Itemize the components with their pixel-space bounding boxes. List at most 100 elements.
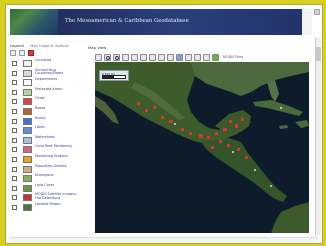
layer-checkbox[interactable] bbox=[12, 99, 17, 105]
layer-checkbox[interactable] bbox=[12, 137, 17, 143]
identify-icon[interactable] bbox=[149, 53, 156, 61]
layer-label[interactable]: Roads bbox=[35, 106, 81, 111]
layer-label[interactable]: Surrounding Countries/States bbox=[35, 68, 81, 76]
layer-symbol-icon bbox=[23, 165, 32, 173]
layer-label[interactable]: Countries bbox=[35, 58, 81, 63]
layer-checkbox[interactable] bbox=[12, 156, 17, 162]
fire-layer-icon[interactable] bbox=[212, 53, 219, 61]
fire-point bbox=[241, 118, 244, 121]
zoom-in-icon[interactable] bbox=[104, 53, 111, 61]
fire-point bbox=[223, 128, 227, 131]
full-extent-icon[interactable] bbox=[122, 53, 129, 61]
legend-item[interactable]: Cities bbox=[10, 97, 82, 107]
fire-point bbox=[181, 128, 184, 131]
layer-checkbox[interactable] bbox=[12, 166, 17, 172]
layer-label[interactable]: Lakes bbox=[35, 126, 81, 130]
city-marker bbox=[232, 151, 234, 153]
layer-symbol-icon bbox=[23, 184, 32, 192]
layer-checkbox[interactable] bbox=[12, 61, 17, 66]
layer-checkbox[interactable] bbox=[12, 176, 17, 182]
help-icon[interactable] bbox=[203, 53, 210, 61]
legend-list: Countries Surrounding Countries/States Dep… bbox=[10, 58, 82, 213]
fire-point bbox=[189, 132, 192, 135]
fire-point bbox=[219, 140, 222, 143]
layer-checkbox[interactable] bbox=[12, 204, 17, 210]
city-marker bbox=[270, 185, 272, 187]
layer-symbol-icon bbox=[23, 155, 32, 163]
fire-point bbox=[215, 132, 218, 135]
legend-toolbar bbox=[10, 50, 82, 56]
map-canvas[interactable]: 0 500 km bbox=[95, 62, 309, 233]
header-banner: The Mesoamerican & Caribbean Geodatabase bbox=[10, 9, 312, 35]
export-icon[interactable] bbox=[194, 53, 201, 61]
layer-checkbox[interactable] bbox=[12, 147, 17, 153]
layer-label[interactable]: Landsat Mosaic bbox=[35, 202, 81, 207]
pan-icon[interactable] bbox=[95, 53, 102, 61]
fire-point bbox=[199, 134, 203, 138]
select-icon[interactable] bbox=[167, 53, 174, 61]
layer-checkbox[interactable] bbox=[12, 108, 17, 114]
expand-all-icon[interactable] bbox=[10, 50, 16, 56]
legend-title-text: Legend bbox=[10, 43, 24, 48]
layer-checkbox[interactable] bbox=[12, 185, 17, 191]
legend-item[interactable]: Protected Areas bbox=[10, 87, 82, 98]
fire-layer-label: MODIS Fires bbox=[223, 55, 244, 59]
layer-symbol-icon bbox=[23, 127, 32, 135]
legend-item[interactable]: Roads bbox=[10, 106, 82, 117]
print-icon[interactable] bbox=[185, 53, 192, 61]
layer-checkbox[interactable] bbox=[12, 70, 17, 76]
layer-checkbox[interactable] bbox=[12, 195, 17, 201]
map-toolbar: MODIS Fires bbox=[95, 53, 243, 61]
legend-item[interactable]: Landsat Mosaic bbox=[10, 202, 82, 213]
city-marker bbox=[174, 123, 176, 125]
layer-label[interactable]: Cities bbox=[35, 97, 81, 101]
legend-title: Legend Map Legend Options bbox=[10, 43, 82, 48]
next-extent-icon[interactable] bbox=[140, 53, 147, 61]
fire-point bbox=[145, 109, 148, 112]
banner-map-image bbox=[10, 9, 58, 35]
clear-layers-icon[interactable] bbox=[28, 50, 34, 56]
scroll-up-icon[interactable] bbox=[314, 9, 320, 15]
legend-subtitle[interactable]: Map Legend Options bbox=[30, 43, 69, 48]
fire-point bbox=[161, 116, 164, 119]
city-marker bbox=[254, 169, 256, 171]
scale-bar: 0 500 km bbox=[99, 70, 129, 81]
layer-checkbox[interactable] bbox=[12, 89, 17, 95]
map-image bbox=[95, 62, 309, 233]
query-icon[interactable] bbox=[176, 53, 183, 61]
layer-label[interactable]: Rivers bbox=[35, 116, 81, 121]
measure-icon[interactable] bbox=[158, 53, 165, 61]
layer-label[interactable]: Departments bbox=[35, 78, 81, 82]
layer-symbol-icon bbox=[23, 146, 32, 154]
layer-label[interactable]: Ecoregions bbox=[35, 174, 81, 178]
fire-point bbox=[235, 124, 238, 128]
previous-extent-icon[interactable] bbox=[131, 53, 138, 61]
fire-point bbox=[237, 148, 240, 151]
zoom-out-icon[interactable] bbox=[113, 53, 120, 61]
fire-point bbox=[211, 146, 214, 149]
legend-item[interactable]: Rivers bbox=[10, 116, 82, 127]
layer-label[interactable]: Watersheds bbox=[35, 135, 81, 140]
layer-symbol-icon bbox=[23, 203, 32, 211]
layer-symbol-icon bbox=[23, 69, 32, 77]
layer-label[interactable]: Monitoring Stations bbox=[35, 154, 81, 159]
scrollbar-thumb[interactable] bbox=[316, 47, 321, 61]
city-marker bbox=[280, 107, 282, 109]
layer-checkbox[interactable] bbox=[12, 118, 17, 124]
fire-point bbox=[245, 156, 248, 159]
vertical-scrollbar[interactable] bbox=[315, 37, 321, 235]
layer-label[interactable]: Coral Reef Monitoring bbox=[35, 145, 81, 149]
layer-symbol-icon bbox=[23, 107, 32, 115]
layer-label[interactable]: Population Density bbox=[35, 164, 81, 169]
layer-label[interactable]: Land Cover bbox=[35, 183, 81, 188]
layer-label[interactable]: Protected Areas bbox=[35, 87, 81, 92]
banner-spacer bbox=[302, 9, 312, 35]
layer-symbol-icon bbox=[23, 88, 32, 96]
layer-checkbox[interactable] bbox=[12, 80, 17, 86]
fire-point bbox=[207, 136, 210, 139]
layer-label[interactable]: MODIS Satellite Imagery Fire Detections bbox=[35, 192, 81, 200]
layer-checkbox[interactable] bbox=[12, 128, 17, 134]
layer-symbol-icon bbox=[23, 117, 32, 125]
collapse-all-icon[interactable] bbox=[19, 50, 25, 56]
layer-symbol-icon bbox=[23, 60, 32, 67]
